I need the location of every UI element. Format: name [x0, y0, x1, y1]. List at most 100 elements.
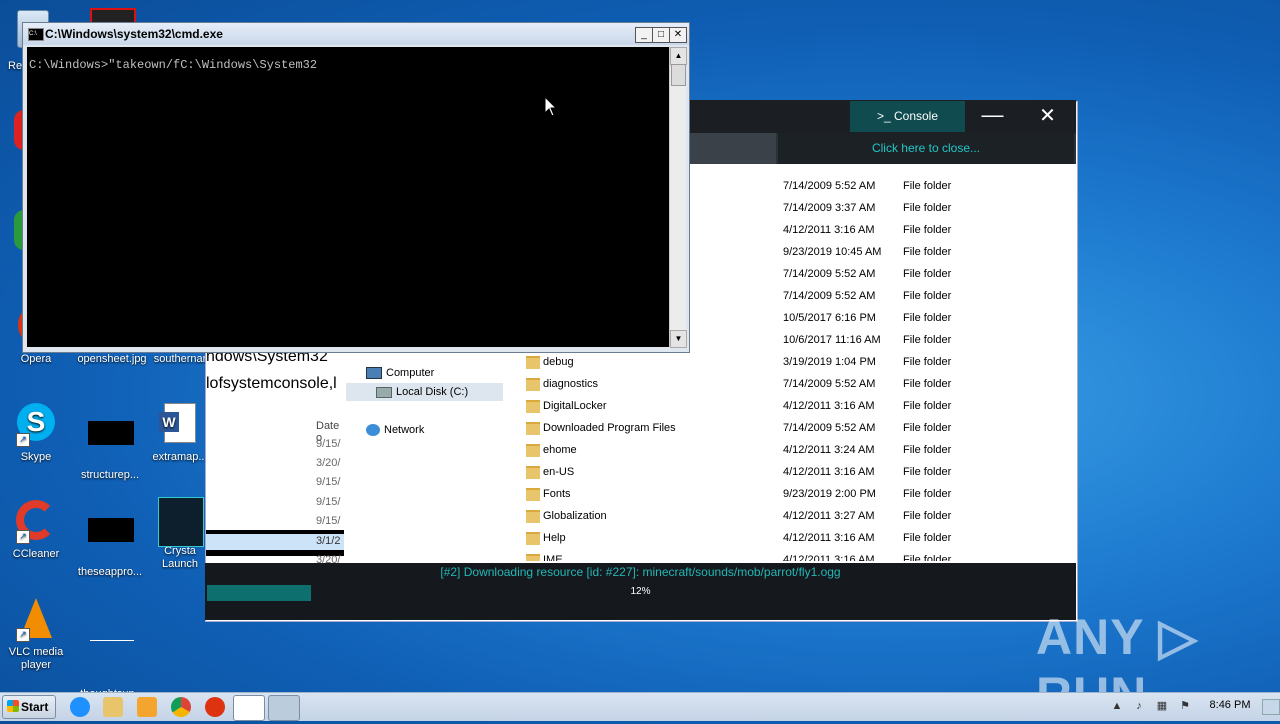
start-button[interactable]: Start — [2, 695, 56, 719]
crystal-launcher-icon — [158, 497, 204, 547]
cmd-window[interactable]: C:\ C:\Windows\system32\cmd.exe _ □ ✕ C:… — [22, 22, 690, 353]
clock[interactable]: 8:46 PM — [1200, 699, 1260, 711]
file-row[interactable]: ehome 4/12/2011 3:24 AM File folder — [506, 439, 1077, 461]
desktop-icon-skype[interactable]: S ↗ Skype — [0, 403, 76, 464]
file-type: File folder — [903, 444, 952, 456]
shortcut-arrow-icon: ↗ — [16, 628, 30, 642]
folder-icon — [526, 356, 540, 369]
volume-icon[interactable]: ♪ — [1132, 699, 1146, 713]
folder-icon — [526, 532, 540, 545]
file-type: File folder — [903, 400, 952, 412]
file-type: File folder — [903, 356, 952, 368]
download-status-text: [#2] Downloading resource [id: #227]: mi… — [440, 565, 841, 579]
desktop-icon-structurep[interactable]: structurep... — [70, 403, 150, 482]
desktop-label-re: Re — [8, 60, 23, 72]
download-progress-percent: 12% — [630, 586, 651, 597]
tray-show-hidden-icon[interactable]: ▲ — [1110, 699, 1124, 713]
desktop-icon-label: structurep... — [80, 469, 140, 481]
file-row[interactable]: IME 4/12/2011 3:16 AM File folder — [506, 549, 1077, 561]
file-type: File folder — [903, 554, 952, 561]
desktop-icon-label: Skype — [20, 451, 52, 463]
scroll-up-button[interactable]: ▲ — [670, 47, 687, 65]
file-type: File folder — [903, 268, 952, 280]
file-name: Fonts — [543, 488, 571, 500]
nav-local-disk[interactable]: Local Disk (C:) — [346, 383, 503, 401]
file-name: Help — [543, 532, 566, 544]
nav-label: Local Disk (C:) — [396, 386, 469, 398]
file-type: File folder — [903, 180, 952, 192]
file-date: 4/12/2011 3:24 AM — [783, 444, 875, 456]
file-type: File folder — [903, 224, 952, 236]
cmd-maximize-button[interactable]: □ — [652, 27, 670, 43]
mouse-pointer-icon — [544, 96, 558, 117]
cmd-taskbar-icon[interactable] — [233, 695, 265, 721]
file-date: 4/12/2011 3:27 AM — [783, 510, 875, 522]
folder-icon — [526, 422, 540, 435]
file-date: 3/19/2019 1:04 PM — [783, 356, 876, 368]
desktop-icon-label: Crysta Launch — [161, 545, 199, 570]
folder-icon — [526, 488, 540, 501]
desktop-icon-thoughtsun[interactable]: thoughtsun... — [72, 598, 152, 701]
scroll-thumb[interactable] — [671, 64, 686, 86]
file-type: File folder — [903, 378, 952, 390]
black-file-icon — [88, 421, 134, 465]
desktop-icon-vlc[interactable]: ↗ VLC media player — [0, 598, 76, 672]
cmd-minimize-button[interactable]: _ — [635, 27, 653, 43]
console-tab[interactable]: >_ Console — [850, 101, 965, 132]
cmd-console-area[interactable] — [27, 47, 669, 347]
file-date: 4/12/2011 3:16 AM — [783, 224, 875, 236]
opera-taskbar-icon[interactable] — [205, 697, 225, 717]
cmd-output-text: C:\Windows>"takeown/fC:\Windows\System32 — [29, 58, 318, 72]
launcher-taskbar-icon[interactable] — [268, 695, 300, 721]
left-date: 9/15/ — [316, 438, 341, 450]
cmd-close-button[interactable]: ✕ — [669, 27, 687, 43]
file-type: File folder — [903, 532, 952, 544]
network-tray-icon[interactable]: ▦ — [1155, 699, 1169, 713]
action-center-flag-icon[interactable]: ⚑ — [1178, 699, 1192, 713]
folder-icon — [526, 444, 540, 457]
desktop-icon-label: CCleaner — [12, 548, 60, 560]
scroll-down-button[interactable]: ▼ — [670, 330, 687, 348]
file-name: debug — [543, 356, 574, 368]
chrome-icon[interactable] — [171, 697, 191, 717]
search-box[interactable]: lofsystemconsole,l — [206, 375, 337, 393]
minimize-button[interactable]: — — [975, 101, 1010, 132]
click-to-close-link[interactable]: Click here to close... — [778, 133, 1074, 164]
file-date: 7/14/2009 5:52 AM — [783, 378, 876, 390]
ccleaner-icon: ↗ — [14, 500, 58, 544]
nav-network[interactable]: Network — [366, 421, 424, 439]
cmd-scrollbar[interactable]: ▲ ▼ — [669, 47, 687, 348]
file-row[interactable]: Downloaded Program Files 7/14/2009 5:52 A… — [506, 417, 1077, 439]
file-row[interactable]: en-US 4/12/2011 3:16 AM File folder — [506, 461, 1077, 483]
file-date: 7/14/2009 5:52 AM — [783, 290, 876, 302]
navigation-pane: Computer Local Disk (C:) Network — [346, 352, 507, 561]
left-date-column: Date o 9/15/ 3/20/ 9/15/ 9/15/ 9/15/ 3/1… — [206, 420, 344, 566]
file-type: File folder — [903, 202, 952, 214]
internet-explorer-icon[interactable] — [70, 697, 90, 717]
desktop-icon-theseappro[interactable]: theseappro... — [70, 500, 150, 579]
media-player-icon[interactable] — [137, 697, 157, 717]
file-row[interactable]: diagnostics 7/14/2009 5:52 AM File folder — [506, 373, 1077, 395]
file-row[interactable]: Fonts 9/23/2019 2:00 PM File folder — [506, 483, 1077, 505]
file-row[interactable]: Help 4/12/2011 3:16 AM File folder — [506, 527, 1077, 549]
file-explorer-icon[interactable] — [103, 697, 123, 717]
desktop-icon-ccleaner[interactable]: ↗ CCleaner — [0, 500, 76, 561]
file-row[interactable]: Globalization 4/12/2011 3:27 AM File folde… — [506, 505, 1077, 527]
show-desktop-icon[interactable] — [1262, 699, 1280, 715]
vlc-cone-icon: ↗ — [14, 598, 58, 642]
file-date: 7/14/2009 5:52 AM — [783, 422, 876, 434]
file-type: File folder — [903, 488, 952, 500]
file-row[interactable]: DigitalLocker 4/12/2011 3:16 AM File folde… — [506, 395, 1077, 417]
nav-computer[interactable]: Computer — [366, 364, 434, 382]
file-row[interactable]: debug 3/19/2019 1:04 PM File folder — [506, 351, 1077, 373]
file-type: File folder — [903, 466, 952, 478]
word-document-icon: W — [158, 403, 202, 447]
skype-icon: S ↗ — [14, 403, 58, 447]
close-button[interactable]: ✕ — [1030, 101, 1065, 132]
folder-icon — [526, 378, 540, 391]
launcher-subbar-left — [690, 133, 776, 164]
file-name: en-US — [543, 466, 575, 478]
folder-icon — [526, 554, 540, 561]
desktop-icon-label: Opera — [20, 353, 52, 365]
file-date: 7/14/2009 5:52 AM — [783, 268, 876, 280]
